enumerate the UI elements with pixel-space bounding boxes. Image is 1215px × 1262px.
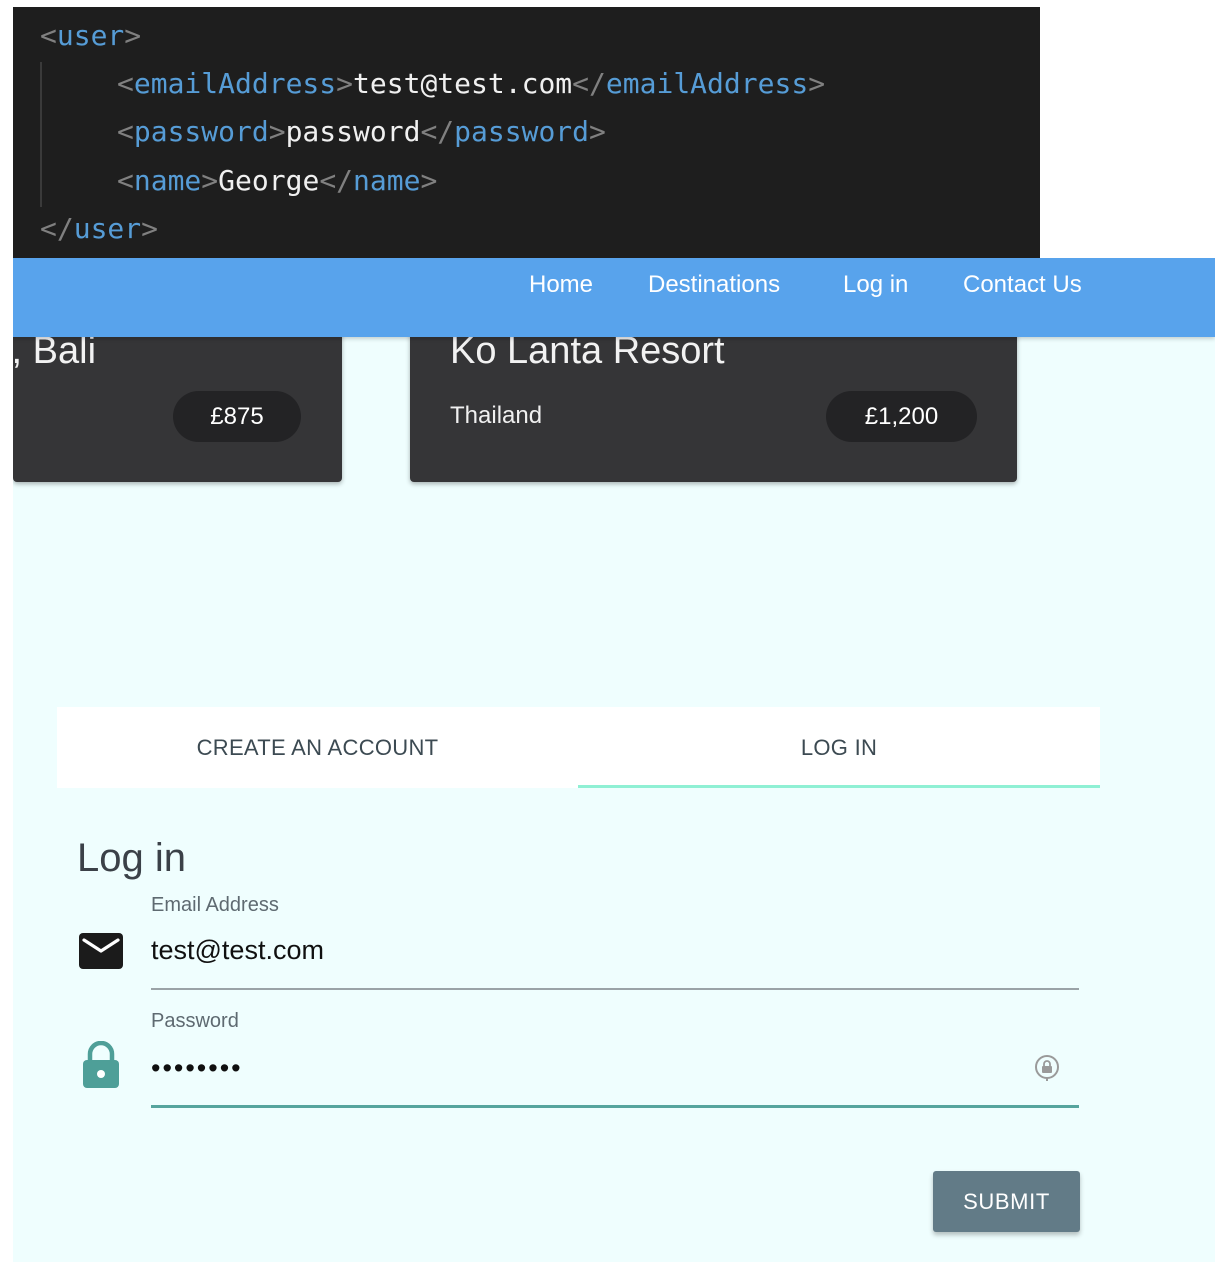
code-line-email: <emailAddress>test@test.com</emailAddres… [117, 67, 826, 100]
tag-name: password [133, 115, 269, 148]
email-input-underline [151, 988, 1079, 990]
lock-icon [83, 1041, 119, 1088]
mail-icon [79, 933, 123, 969]
active-tab-indicator [578, 785, 1100, 788]
top-navbar: Home Destinations Log in Contact Us [13, 258, 1215, 337]
tab-log-in[interactable]: LOG IN [578, 707, 1100, 788]
price-chip: £1,200 [826, 391, 977, 442]
nav-link-login[interactable]: Log in [843, 270, 908, 300]
tab-create-account[interactable]: CREATE AN ACCOUNT [57, 707, 578, 788]
auth-tabs: CREATE AN ACCOUNT LOG IN [57, 707, 1100, 788]
code-name-value: George [218, 164, 320, 197]
indent-guide [40, 62, 42, 207]
password-field-label: Password [151, 1010, 239, 1032]
tag-name: emailAddress [133, 67, 337, 100]
tag-name: name [133, 164, 202, 197]
code-email-value: test@test.com [353, 67, 573, 100]
email-input[interactable] [151, 930, 1079, 970]
travel-app-page: Home Destinations Log in Contact Us t, B… [13, 258, 1215, 1262]
password-input-underline [151, 1105, 1079, 1108]
nav-link-destinations[interactable]: Destinations [648, 270, 780, 300]
tag-name: user [73, 212, 142, 245]
code-line-name: <name>George</name> [117, 164, 438, 197]
code-line-password: <password>password</password> [117, 115, 606, 148]
password-manager-key-icon[interactable] [1034, 1054, 1060, 1082]
tag-name: user [56, 19, 125, 52]
code-line-open-user: <user> [40, 19, 142, 52]
destination-card-ko-lanta[interactable]: Ko Lanta Resort Thailand £1,200 [410, 318, 1017, 482]
tag-name: password [454, 115, 590, 148]
password-input[interactable] [151, 1048, 1079, 1088]
tag-name: emailAddress [605, 67, 809, 100]
email-field-label: Email Address [151, 894, 279, 916]
code-line-close-user: </user> [40, 212, 159, 245]
code-password-value: password [285, 115, 421, 148]
login-form-title: Log in [77, 836, 186, 880]
tag-name: name [353, 164, 421, 197]
xml-code-snippet: <user> <emailAddress>test@test.com</emai… [13, 7, 1040, 258]
nav-link-home[interactable]: Home [529, 270, 593, 300]
destination-card-bali[interactable]: t, Bali £875 [13, 318, 342, 482]
price-chip: £875 [173, 391, 301, 442]
card-country: Thailand [450, 402, 543, 429]
submit-button[interactable]: SUBMIT [933, 1171, 1080, 1232]
nav-link-contact-us[interactable]: Contact Us [963, 270, 1082, 300]
